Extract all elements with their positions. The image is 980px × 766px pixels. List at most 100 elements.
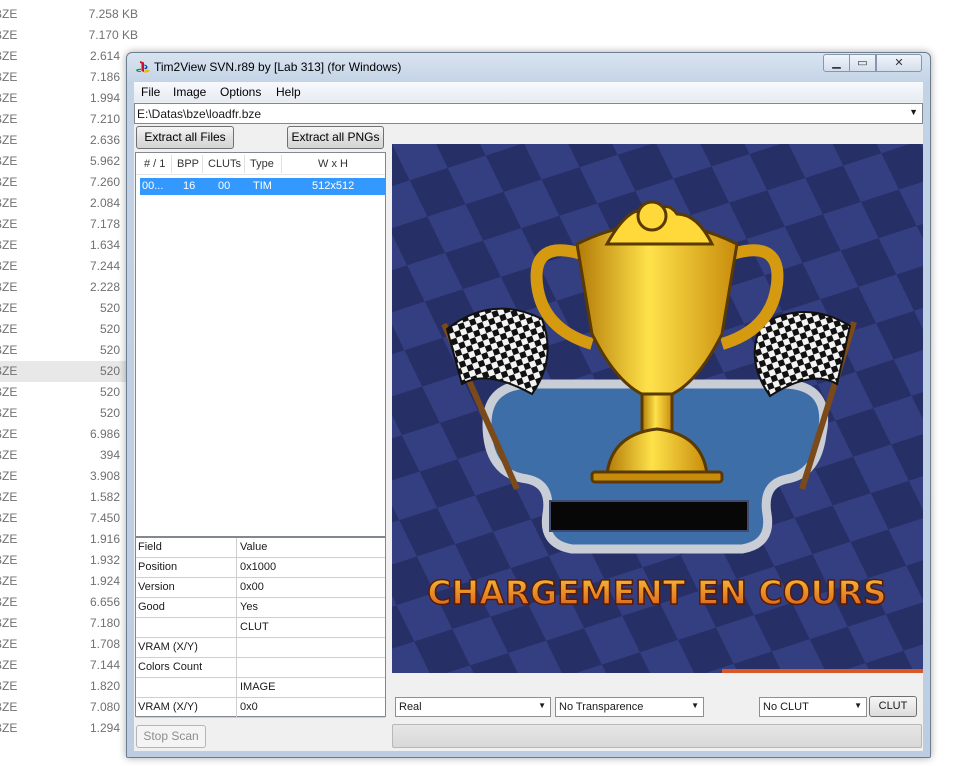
list-item[interactable]: BZE 7.080 <box>0 697 126 718</box>
list-item[interactable]: BZE 7.186 <box>0 67 126 88</box>
list-item[interactable]: BZE 7.450 <box>0 508 126 529</box>
file-size: 7.244 <box>89 259 120 273</box>
chevron-down-icon[interactable]: ▼ <box>909 107 918 117</box>
file-size: 7.180 <box>89 616 120 630</box>
file-extension: BZE <box>0 385 18 399</box>
list-item[interactable]: BZE 3.908 <box>0 466 126 487</box>
table-row[interactable]: CLUT <box>136 618 385 638</box>
file-size: 3.908 <box>89 469 120 483</box>
list-item[interactable]: BZE 2.228 <box>0 277 126 298</box>
list-item[interactable]: BZE 394 <box>0 445 126 466</box>
list-item[interactable]: BZE 7.244 <box>0 256 126 277</box>
properties-table[interactable]: Field Value Position 0x1000 Version 0x00 Good Y… <box>135 537 386 718</box>
table-row[interactable]: Field Value <box>136 538 385 558</box>
column-header-type[interactable]: Type <box>250 158 274 170</box>
list-item[interactable]: BZE 520 <box>0 403 126 424</box>
table-row[interactable]: 00... 16 00 TIM 512x512 <box>140 178 385 195</box>
maximize-button[interactable]: ▭ <box>849 54 876 72</box>
clut-button[interactable]: CLUT <box>869 696 917 717</box>
chevron-down-icon[interactable]: ▼ <box>538 701 546 710</box>
list-item[interactable]: BZE 7.210 <box>0 109 126 130</box>
list-item[interactable]: BZE 520 <box>0 319 126 340</box>
display-mode-select[interactable]: Real ▼ <box>395 697 551 717</box>
clut-select[interactable]: No CLUT ▼ <box>759 697 867 717</box>
list-item[interactable]: BZE 1.932 <box>0 550 126 571</box>
column-separator[interactable] <box>171 155 172 173</box>
close-button[interactable]: ✕ <box>876 54 922 72</box>
list-item[interactable]: BZE 1.634 <box>0 235 126 256</box>
table-row[interactable]: Position 0x1000 <box>136 558 385 578</box>
column-header-cluts[interactable]: CLUTs <box>208 158 241 170</box>
list-item[interactable]: BZE 5.962 <box>0 151 126 172</box>
list-item[interactable]: BZE 520 <box>0 382 126 403</box>
file-extension: BZE <box>0 616 18 630</box>
list-item[interactable]: BZE 520 <box>0 340 126 361</box>
menu-options[interactable]: Options <box>220 85 261 99</box>
table-row[interactable]: IMAGE <box>136 678 385 698</box>
column-header-number[interactable]: # / 1 <box>144 158 165 170</box>
extract-all-pngs-button[interactable]: Extract all PNGs <box>287 126 384 149</box>
file-size: 7.260 <box>89 175 120 189</box>
list-item[interactable]: BZE 7.178 <box>0 214 126 235</box>
list-item[interactable]: BZE 2.636 <box>0 130 126 151</box>
list-item[interactable]: BZE 6.986 <box>0 424 126 445</box>
column-separator <box>236 658 237 678</box>
file-size: 7.450 <box>89 511 120 525</box>
column-separator <box>236 558 237 578</box>
property-value: 0x1000 <box>240 561 277 573</box>
cell-type: TIM <box>253 180 272 192</box>
property-field: VRAM (X/Y) <box>138 641 198 653</box>
list-item[interactable]: BZE 1.708 <box>0 634 126 655</box>
file-extension: BZE <box>0 259 18 273</box>
file-size: 6.986 <box>89 427 120 441</box>
stop-scan-button[interactable]: Stop Scan <box>136 725 206 748</box>
column-header-bpp[interactable]: BPP <box>177 158 199 170</box>
chevron-down-icon[interactable]: ▼ <box>854 701 862 710</box>
cell-bpp: 16 <box>183 180 196 192</box>
list-item[interactable]: BZE 1.820 <box>0 676 126 697</box>
list-item[interactable]: BZE 1.924 <box>0 571 126 592</box>
column-separator[interactable] <box>281 155 282 173</box>
file-size: 520 <box>99 343 120 357</box>
table-row[interactable]: Version 0x00 <box>136 578 385 598</box>
list-item[interactable]: BZE 6.656 <box>0 592 126 613</box>
file-size: 7.170 KB <box>88 28 138 42</box>
list-item[interactable]: BZE 2.614 <box>0 46 126 67</box>
column-separator[interactable] <box>244 155 245 173</box>
file-size: 2.614 <box>89 49 120 63</box>
table-row[interactable]: Colors Count <box>136 658 385 678</box>
table-row[interactable]: Good Yes <box>136 598 385 618</box>
list-item[interactable]: BZE 1.916 <box>0 529 126 550</box>
tim-file-list[interactable]: # / 1 BPP CLUTs Type W x H 00... 16 00 T… <box>135 152 386 537</box>
file-extension: BZE <box>0 469 18 483</box>
minimize-button[interactable]: ▁ <box>823 54 850 72</box>
table-row[interactable]: VRAM (X/Y) 0x0 <box>136 698 385 718</box>
chevron-down-icon[interactable]: ▼ <box>691 701 699 710</box>
list-item[interactable]: BZE 7.144 <box>0 655 126 676</box>
list-item[interactable]: BZE 7.258 KB <box>0 4 138 25</box>
table-row[interactable]: VRAM (X/Y) <box>136 638 385 658</box>
list-item[interactable]: BZE 7.260 <box>0 172 126 193</box>
column-separator[interactable] <box>202 155 203 173</box>
file-path-combobox[interactable]: E:\Datas\bze\loadfr.bze ▼ <box>134 103 923 124</box>
list-item[interactable]: BZE 2.084 <box>0 193 126 214</box>
file-extension: BZE <box>0 175 18 189</box>
menu-image[interactable]: Image <box>173 85 206 99</box>
list-item[interactable]: BZE 1.582 <box>0 487 126 508</box>
list-item[interactable]: BZE 520 <box>0 361 126 382</box>
extract-all-files-button[interactable]: Extract all Files <box>136 126 234 149</box>
column-separator <box>236 578 237 598</box>
list-item[interactable]: BZE 7.170 KB <box>0 25 138 46</box>
list-item[interactable]: BZE 1.294 <box>0 718 126 739</box>
menu-file[interactable]: File <box>141 85 160 99</box>
list-item[interactable]: BZE 7.180 <box>0 613 126 634</box>
file-size: 2.084 <box>89 196 120 210</box>
list-item[interactable]: BZE 520 <box>0 298 126 319</box>
column-header-size[interactable]: W x H <box>318 158 348 170</box>
property-value: CLUT <box>240 621 269 633</box>
title-bar[interactable]: Tim2View SVN.r89 by [Lab 313] (for Windo… <box>127 53 930 81</box>
transparence-select[interactable]: No Transparence ▼ <box>555 697 704 717</box>
menu-help[interactable]: Help <box>276 85 301 99</box>
list-item[interactable]: BZE 1.994 <box>0 88 126 109</box>
file-size: 520 <box>99 364 120 378</box>
